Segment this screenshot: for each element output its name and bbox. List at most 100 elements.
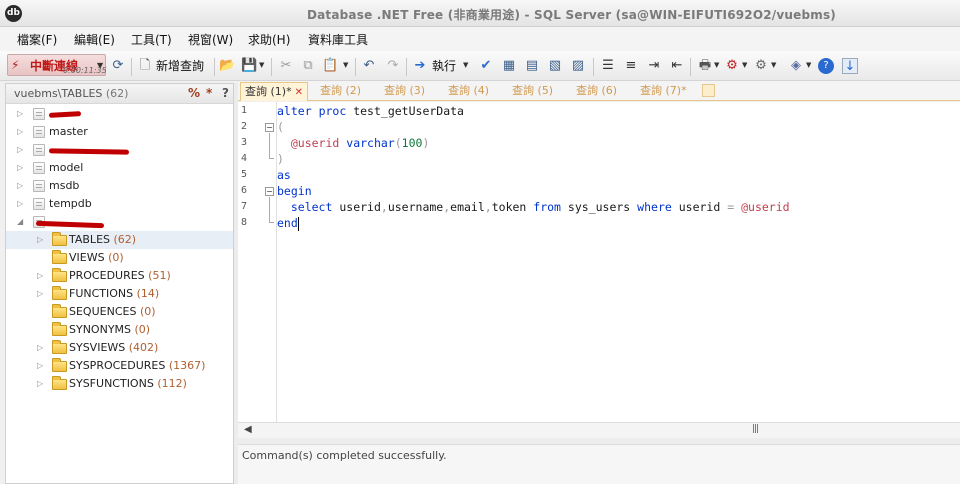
tree-db-node[interactable]: ▷ msdb [6,177,233,195]
explorer-help-button[interactable]: ? [222,86,229,100]
toolbar-separator [355,58,356,76]
fold-guide [269,158,274,159]
expand-arrow-icon[interactable]: ▷ [17,195,25,213]
tree-db-node[interactable]: ▷ model [6,159,233,177]
expand-arrow-icon[interactable]: ▷ [17,105,25,123]
tab-query-6[interactable]: 查詢 (6) [576,82,617,101]
tree-db-node[interactable]: ▷ [6,141,233,159]
expand-arrow-icon[interactable]: ▷ [37,375,45,393]
comment-icon[interactable]: ☰ [600,58,616,74]
new-document-icon[interactable]: 🗋 [137,58,153,74]
expand-arrow-icon[interactable]: ▷ [17,177,25,195]
execution-plan-icon[interactable]: ▧ [547,58,563,74]
help-icon[interactable]: ? [818,58,834,74]
tab-query-2[interactable]: 查詢 (2) [320,82,361,101]
folder-icon [52,376,67,390]
filter-star-button[interactable]: * [206,86,212,100]
menu-help[interactable]: 求助(H) [248,31,290,48]
expand-arrow-icon[interactable]: ▷ [37,231,45,249]
tree-folder-sysviews[interactable]: ▷ SYSVIEWS (402) [6,339,233,357]
database-icon [33,180,45,192]
tree-folder-synonyms[interactable]: SYNONYMS (0) [6,321,233,339]
scroll-left-icon[interactable]: ◀ [244,424,252,435]
menu-tools[interactable]: 工具(T) [131,31,172,48]
new-tab-button[interactable] [702,84,715,97]
explorer-header: vuebms\TABLES (62) % * ? [6,84,233,104]
fold-guide [269,222,274,223]
indent-icon[interactable]: ⇥ [646,58,662,74]
query-builder-icon[interactable]: ↓ [842,58,858,74]
fold-toggle-icon[interactable]: − [265,123,274,132]
gear-icon[interactable]: ⚙ [753,58,769,74]
chevron-down-icon[interactable]: ▼ [771,61,776,69]
tree-folder-sysprocedures[interactable]: ▷ SYSPROCEDURES (1367) [6,357,233,375]
save-icon[interactable]: 💾 [241,58,257,74]
tree-db-node-expanded[interactable]: ◢ [6,213,233,231]
tree-folder-procedures[interactable]: ▷ PROCEDURES (51) [6,267,233,285]
filter-percent-button[interactable]: % [188,86,200,100]
execute-button[interactable]: 執行 [432,57,456,74]
paste-icon[interactable]: 📋 [322,58,338,74]
uncomment-icon[interactable]: ≡ [623,58,639,74]
expand-arrow-icon[interactable]: ▷ [17,159,25,177]
results-text-icon[interactable]: ▤ [524,58,540,74]
sql-editor[interactable]: 1 2 3 4 5 6 7 8 − − alter proc test_getU… [238,102,960,422]
new-query-button[interactable]: 新增查詢 [156,57,204,74]
scroll-grip-icon[interactable]: ||| [752,424,759,434]
database-icon [33,162,45,174]
tree-folder-tables[interactable]: ▷ TABLES (62) [6,231,233,249]
sql-generate-icon[interactable]: ⚙ [724,58,740,74]
expand-arrow-icon[interactable]: ▷ [17,141,25,159]
tree-db-node[interactable]: ▷ tempdb [6,195,233,213]
menu-db-tools[interactable]: 資料庫工具 [308,31,368,48]
collapse-arrow-icon[interactable]: ◢ [17,213,25,231]
refresh-icon[interactable]: ⟳ [110,58,126,74]
open-folder-icon[interactable]: 📂 [219,58,235,74]
print-icon[interactable]: 🖶 [697,58,713,74]
chevron-down-icon[interactable]: ▼ [343,61,348,69]
expand-arrow-icon[interactable]: ▷ [37,267,45,285]
horizontal-scrollbar[interactable]: ◀ ||| [238,422,960,438]
output-message: Command(s) completed successfully. [242,449,447,462]
chevron-down-icon[interactable]: ▼ [714,61,719,69]
close-icon[interactable]: ✕ [295,87,303,98]
tree-folder-functions[interactable]: ▷ FUNCTIONS (14) [6,285,233,303]
expand-arrow-icon[interactable]: ▷ [37,357,45,375]
tree-folder-sysfunctions[interactable]: ▷ SYSFUNCTIONS (112) [6,375,233,393]
transaction-icon[interactable]: ▨ [570,58,586,74]
menu-edit[interactable]: 編輯(E) [74,31,115,48]
cut-icon[interactable]: ✂ [278,58,294,74]
chevron-down-icon[interactable]: ▼ [259,61,264,69]
code-line: @userid varchar(100) [290,136,430,150]
menu-file[interactable]: 檔案(F) [17,31,57,48]
tab-query-5[interactable]: 查詢 (5) [512,82,553,101]
redo-icon[interactable]: ↷ [385,58,401,74]
disconnect-icon: ⚡ [11,58,20,72]
copy-icon[interactable]: ⧉ [300,58,316,74]
expand-arrow-icon[interactable]: ▷ [17,123,25,141]
expand-arrow-icon[interactable]: ▷ [37,339,45,357]
plugins-icon[interactable]: ◈ [788,58,804,74]
outdent-icon[interactable]: ⇤ [669,58,685,74]
menu-window[interactable]: 視窗(W) [188,31,233,48]
fold-toggle-icon[interactable]: − [265,187,274,196]
tree-folder-sequences[interactable]: SEQUENCES (0) [6,303,233,321]
line-number: 8 [241,217,248,228]
tree-folder-views[interactable]: VIEWS (0) [6,249,233,267]
chevron-down-icon[interactable]: ▼ [742,61,747,69]
chevron-down-icon[interactable]: ▼ [806,61,811,69]
chevron-down-icon[interactable]: ▼ [463,61,468,69]
execute-arrow-icon[interactable]: ➔ [412,58,428,74]
expand-arrow-icon[interactable]: ▷ [37,285,45,303]
folder-icon [52,268,67,282]
tab-query-4[interactable]: 查詢 (4) [448,82,489,101]
folder-icon [52,304,67,318]
tree-db-node[interactable]: ▷ master [6,123,233,141]
tab-query-1[interactable]: 查詢 (1)* ✕ [240,82,308,101]
results-grid-icon[interactable]: ▦ [501,58,517,74]
undo-icon[interactable]: ↶ [361,58,377,74]
check-syntax-icon[interactable]: ✔ [478,58,494,74]
tree-db-node[interactable]: ▷ [6,105,233,123]
tab-query-7[interactable]: 查詢 (7)* [640,82,687,101]
tab-query-3[interactable]: 查詢 (3) [384,82,425,101]
